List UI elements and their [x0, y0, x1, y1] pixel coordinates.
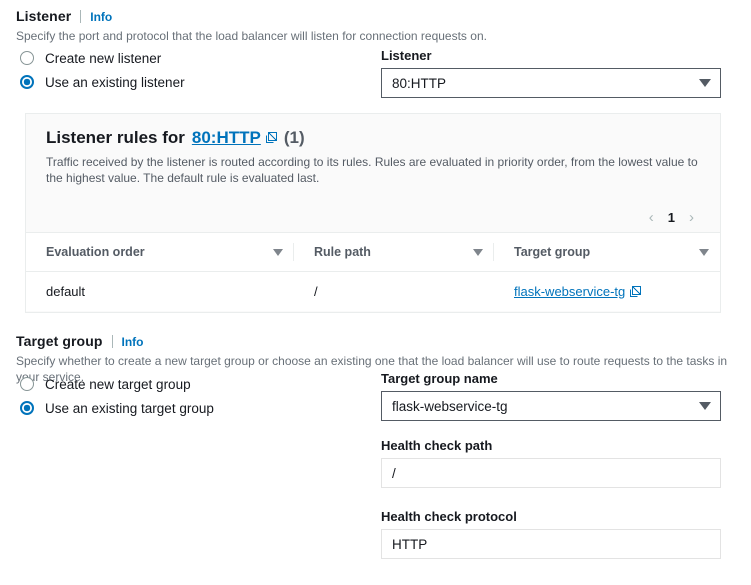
target-group-info-link[interactable]: Info: [122, 335, 144, 349]
column-header-label: Rule path: [314, 245, 371, 259]
health-check-path-value: /: [392, 465, 396, 481]
pagination-prev-icon[interactable]: ‹: [649, 210, 654, 225]
radio-use-existing-listener[interactable]: Use an existing listener: [20, 71, 185, 93]
target-group-radio-group[interactable]: Create new target group Use an existing …: [20, 373, 214, 421]
sort-descending-icon[interactable]: [273, 248, 283, 256]
health-check-path-input[interactable]: /: [381, 458, 721, 488]
listener-rules-table: Evaluation order Rule path Target group: [26, 232, 720, 311]
sort-descending-icon[interactable]: [473, 248, 483, 256]
listener-radio-group[interactable]: Create new listener Use an existing list…: [20, 47, 185, 95]
radio-circle-icon: [20, 51, 34, 65]
radio-create-new-target-group[interactable]: Create new target group: [20, 373, 214, 395]
listener-rules-count: (1): [283, 128, 305, 147]
column-header-evaluation-order[interactable]: Evaluation order: [26, 232, 294, 272]
radio-label: Use an existing target group: [45, 400, 214, 416]
listener-rules-link-text: 80:HTTP: [191, 128, 261, 147]
listener-rules-pagination[interactable]: ‹ 1 ›: [26, 202, 720, 232]
cell-rule-path: /: [314, 284, 318, 299]
listener-section-title: Listener: [16, 8, 72, 24]
pagination-next-icon[interactable]: ›: [689, 210, 694, 225]
radio-circle-icon: [20, 377, 34, 391]
health-check-path-label: Health check path: [381, 438, 493, 453]
radio-label: Create new listener: [45, 50, 162, 66]
target-group-name-label: Target group name: [381, 371, 498, 386]
target-group-name-value: flask-webservice-tg: [392, 398, 508, 414]
column-header-label: Target group: [514, 245, 591, 259]
chevron-down-icon: [699, 402, 711, 410]
target-group-name-select[interactable]: flask-webservice-tg: [381, 391, 721, 421]
column-header-label: Evaluation order: [46, 245, 145, 259]
target-group-link-text: flask-webservice-tg: [514, 284, 626, 299]
external-link-icon: [630, 286, 642, 297]
listener-field-group: Listener 80:HTTP: [381, 48, 721, 98]
listener-rules-title: Listener rules for 80:HTTP (1): [46, 128, 700, 148]
table-row: default / flask-webservice-tg: [26, 272, 720, 312]
listener-rules-panel: Listener rules for 80:HTTP (1) Traffic r…: [25, 113, 721, 313]
external-link-icon: [265, 132, 277, 143]
listener-section: Listener Info Specify the port and proto…: [16, 8, 751, 44]
listener-rules-panel-header: Listener rules for 80:HTTP (1) Traffic r…: [26, 114, 720, 186]
listener-section-header: Listener Info: [16, 8, 751, 24]
health-check-path-field-group: Health check path /: [381, 438, 721, 488]
target-group-name-field-group: Target group name flask-webservice-tg: [381, 371, 721, 421]
column-header-target-group[interactable]: Target group: [494, 232, 720, 272]
table-header-row: Evaluation order Rule path Target group: [26, 232, 720, 272]
listener-rules-title-link[interactable]: 80:HTTP: [192, 128, 277, 148]
column-header-rule-path[interactable]: Rule path: [294, 232, 494, 272]
listener-select-value: 80:HTTP: [392, 75, 447, 91]
listener-select-label: Listener: [381, 48, 432, 63]
cell-evaluation-order: default: [46, 284, 86, 299]
radio-create-new-listener[interactable]: Create new listener: [20, 47, 185, 69]
target-group-section-title: Target group: [16, 333, 103, 349]
health-check-protocol-input[interactable]: HTTP: [381, 529, 721, 559]
radio-label: Use an existing listener: [45, 74, 185, 90]
target-group-link[interactable]: flask-webservice-tg: [514, 284, 642, 299]
header-divider: [80, 10, 82, 23]
radio-use-existing-target-group[interactable]: Use an existing target group: [20, 397, 214, 419]
sort-descending-icon[interactable]: [699, 248, 709, 256]
pagination-page-1[interactable]: 1: [668, 210, 675, 225]
radio-circle-selected-icon: [20, 401, 34, 415]
target-group-section-header: Target group Info: [16, 333, 751, 349]
listener-info-link[interactable]: Info: [90, 10, 112, 24]
chevron-down-icon: [699, 79, 711, 87]
listener-section-description: Specify the port and protocol that the l…: [16, 29, 487, 43]
listener-rules-title-prefix: Listener rules for: [46, 128, 185, 147]
radio-label: Create new target group: [45, 376, 191, 392]
health-check-protocol-label: Health check protocol: [381, 509, 517, 524]
listener-rules-description: Traffic received by the listener is rout…: [46, 155, 698, 185]
health-check-protocol-field-group: Health check protocol HTTP: [381, 509, 721, 559]
health-check-protocol-value: HTTP: [392, 536, 428, 552]
listener-select[interactable]: 80:HTTP: [381, 68, 721, 98]
header-divider: [111, 335, 113, 348]
radio-circle-selected-icon: [20, 75, 34, 89]
cell-target-group: flask-webservice-tg: [494, 272, 720, 312]
